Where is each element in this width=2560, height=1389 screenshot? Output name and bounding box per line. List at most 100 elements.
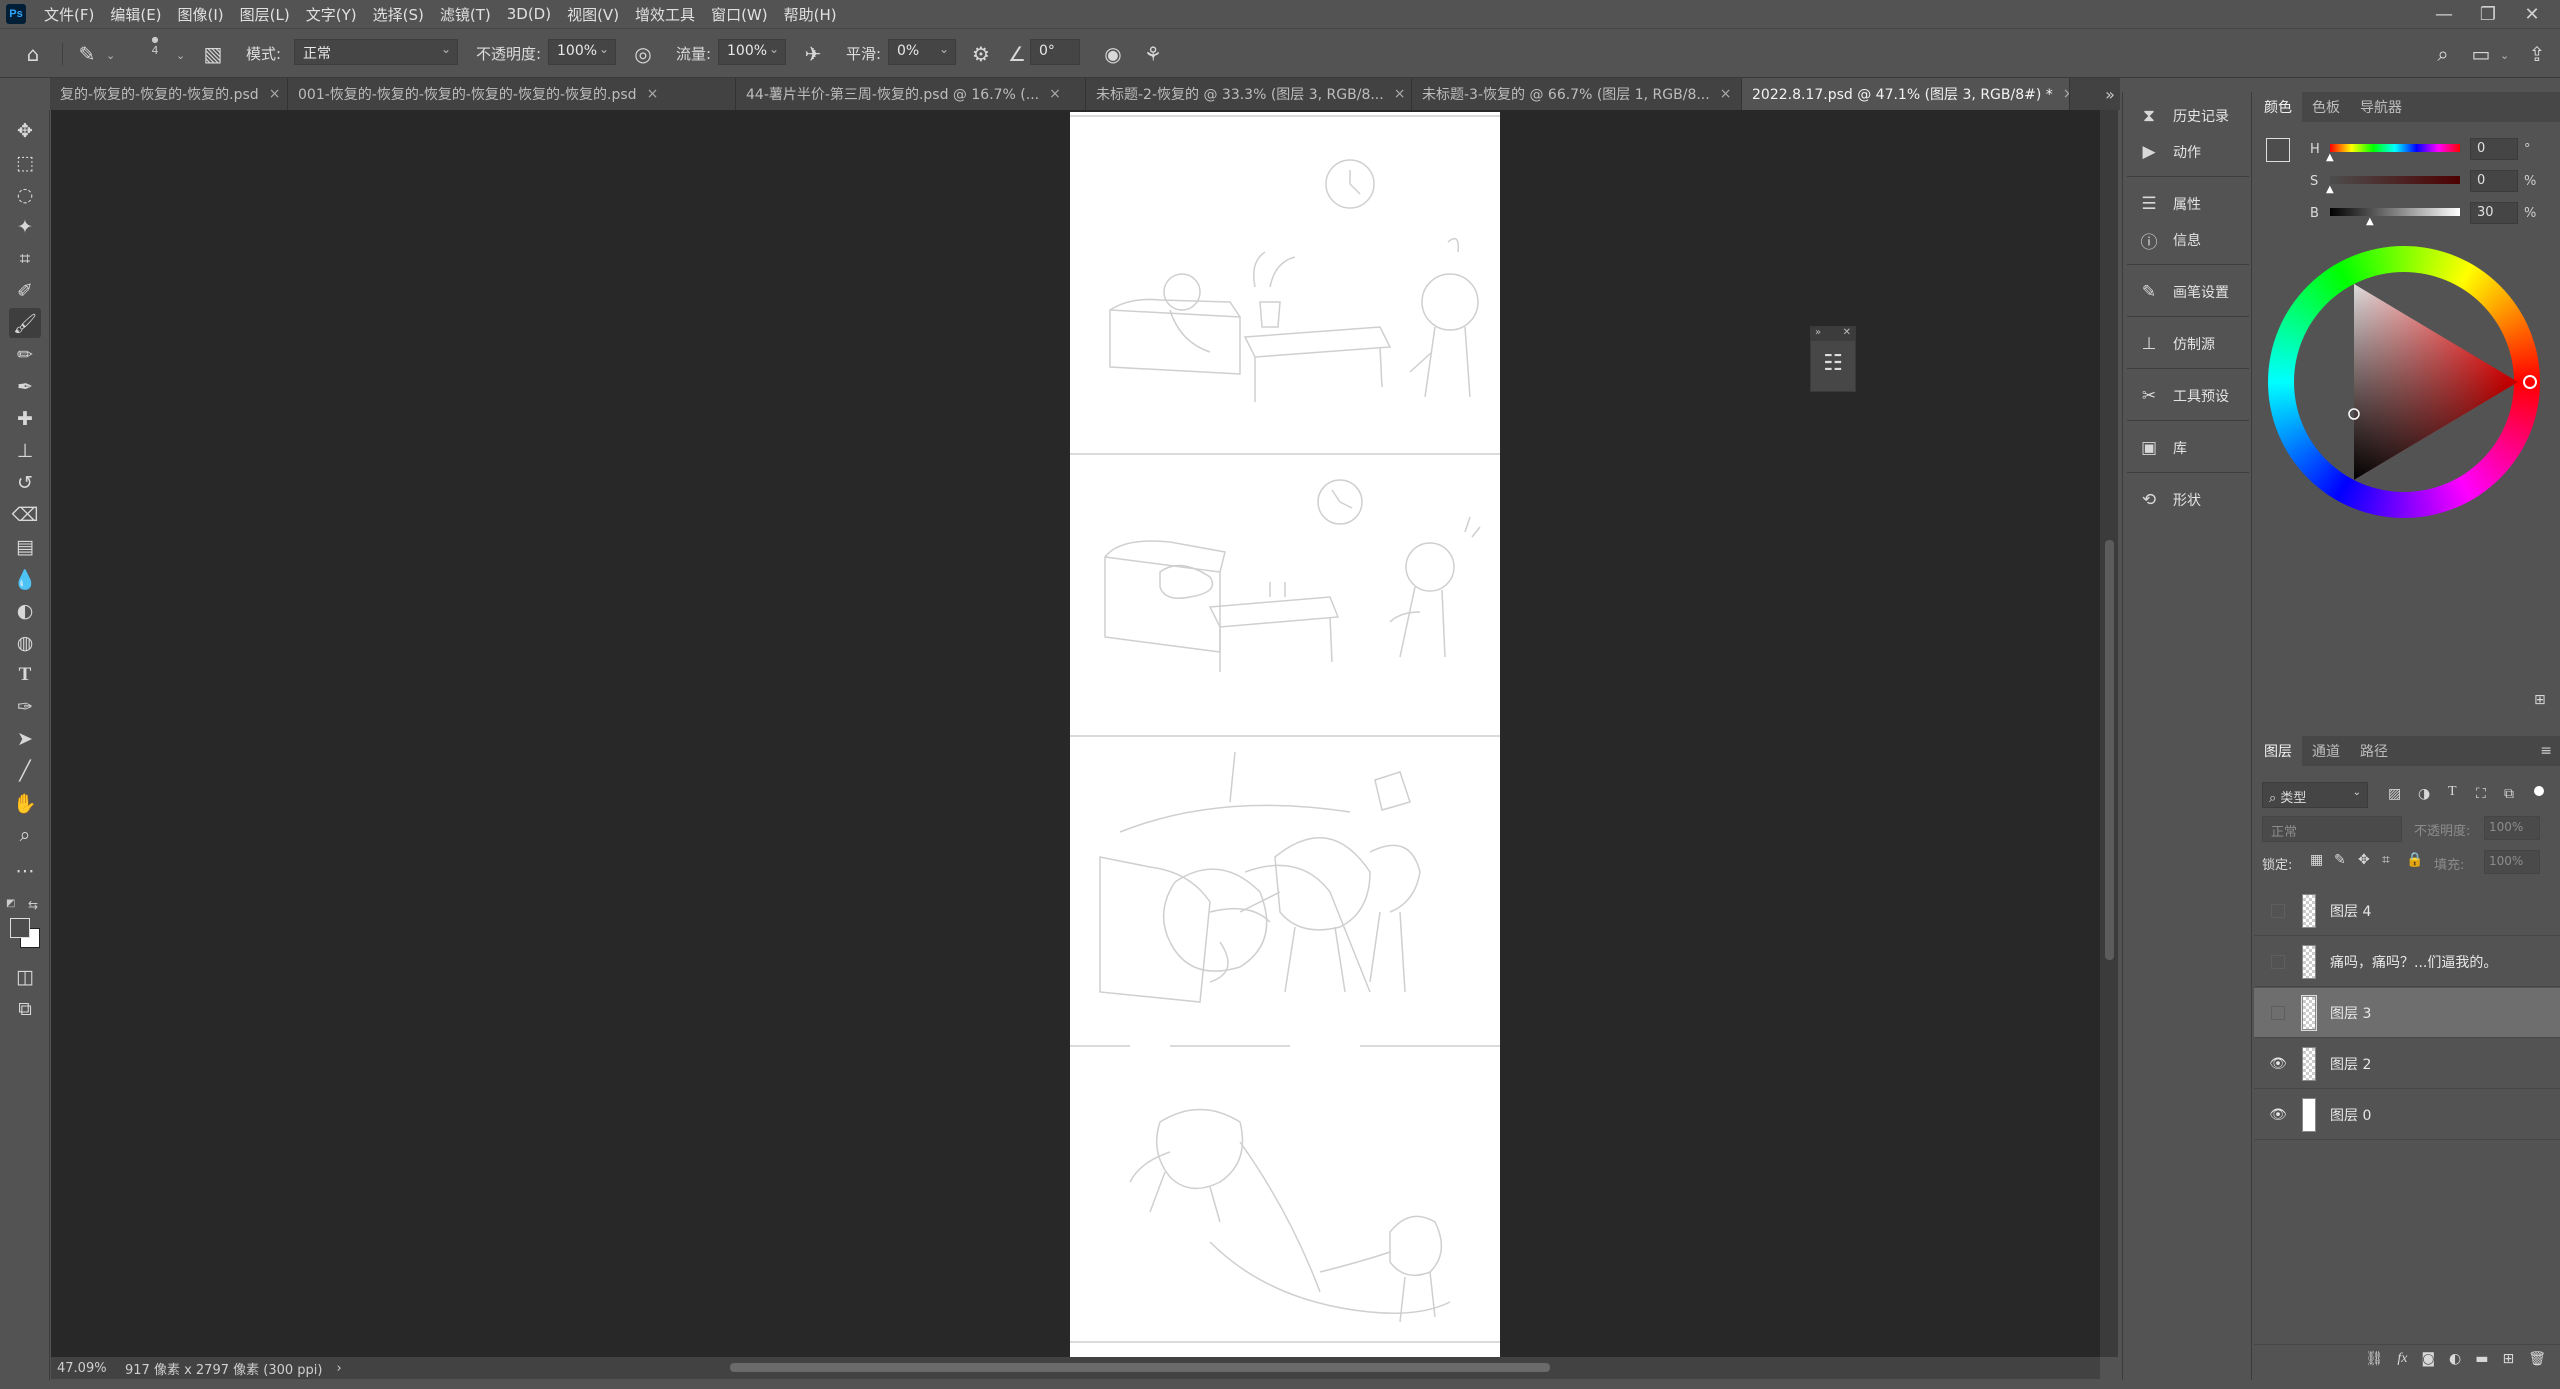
tabs-overflow-button[interactable]: »	[2100, 78, 2120, 110]
layer-row[interactable]: 痛吗，痛吗？...们逼我的。	[2254, 937, 2560, 987]
saturation-slider-handle[interactable]: ▲	[2326, 184, 2334, 195]
hue-input[interactable]: 0	[2470, 138, 2518, 160]
sponge-tool-icon[interactable]: ◍	[9, 628, 41, 658]
line-tool-icon[interactable]: ╱	[9, 756, 41, 786]
path-selection-tool-icon[interactable]: ➤	[9, 724, 41, 754]
layer-opacity-input[interactable]: 100%	[2484, 816, 2540, 840]
doc-tab[interactable]: 未标题-3-恢复的 @ 66.7% (图层 1, RGB/8... ×	[1412, 78, 1742, 110]
restore-button[interactable]: ❐	[2466, 0, 2510, 28]
pressure-size-icon[interactable]: ◉	[1098, 39, 1128, 69]
chevron-down-icon[interactable]: ⌄	[2500, 49, 2509, 62]
doc-tab[interactable]: 复的-恢复的-恢复的-恢复的.psd ×	[50, 78, 288, 110]
mask-icon[interactable]: ◙	[2421, 1351, 2435, 1367]
smoothing-gear-icon[interactable]: ⚙	[966, 39, 996, 69]
close-icon[interactable]: ×	[647, 86, 659, 102]
eye-icon[interactable]: 👁	[2264, 1107, 2292, 1123]
flow-field[interactable]: 100% ⌄	[718, 39, 786, 65]
type-tool-icon[interactable]: T	[9, 660, 41, 690]
fill-input[interactable]: 100%	[2484, 850, 2540, 874]
share-icon[interactable]: ⇪	[2522, 39, 2552, 69]
brightness-slider[interactable]	[2330, 208, 2460, 216]
symmetry-butterfly-icon[interactable]: ⚘	[1138, 39, 1168, 69]
link-icon[interactable]: ⛓	[2366, 1351, 2384, 1367]
close-window-button[interactable]: ✕	[2510, 0, 2554, 28]
menu-3d[interactable]: 3D(D)	[507, 5, 551, 23]
vertical-scroll-thumb[interactable]	[2105, 540, 2114, 960]
lock-all-icon[interactable]: 🔒	[2406, 852, 2423, 868]
visibility-toggle[interactable]	[2271, 903, 2285, 918]
brush-settings-toggle-icon[interactable]: ▧	[198, 39, 228, 69]
tab-layers[interactable]: 图层	[2254, 736, 2302, 766]
panel-history[interactable]: ⧗ 历史记录	[2129, 98, 2247, 134]
smoothing-field[interactable]: 0% ⌄	[888, 39, 956, 65]
pressure-opacity-icon[interactable]: ◎	[628, 39, 658, 69]
tab-swatches[interactable]: 色板	[2302, 92, 2350, 122]
healing-brush-tool-icon[interactable]: ✚	[9, 404, 41, 434]
brush-size-picker[interactable]: ● 4	[140, 35, 170, 75]
menu-select[interactable]: 选择(S)	[373, 4, 424, 25]
blend-mode-select[interactable]: 正常	[2262, 816, 2402, 842]
minimize-button[interactable]: —	[2422, 0, 2466, 28]
lock-image-icon[interactable]: ✎	[2334, 852, 2346, 868]
menu-window[interactable]: 窗口(W)	[711, 4, 768, 25]
menu-image[interactable]: 图像(I)	[178, 4, 224, 25]
horizontal-scroll-thumb[interactable]	[730, 1363, 1550, 1372]
brush-angle-field[interactable]: 0°	[1030, 39, 1080, 65]
lock-position-icon[interactable]: ✥	[2358, 852, 2370, 868]
opacity-field[interactable]: 100% ⌄	[548, 39, 616, 65]
menu-file[interactable]: 文件(F)	[44, 4, 94, 25]
brush-tool-preset-icon[interactable]: ✎	[72, 39, 102, 69]
gradient-tool-icon[interactable]: ▤	[9, 532, 41, 562]
menu-edit[interactable]: 编辑(E)	[110, 4, 161, 25]
status-menu-arrow[interactable]: ›	[336, 1361, 341, 1376]
saturation-input[interactable]: 0	[2470, 170, 2518, 192]
menu-filter[interactable]: 滤镜(T)	[440, 4, 491, 25]
menu-layer[interactable]: 图层(L)	[240, 4, 290, 25]
filter-type-icon[interactable]: T	[2448, 784, 2457, 800]
trash-icon[interactable]: 🗑	[2528, 1351, 2546, 1367]
foreground-color-swatch[interactable]	[10, 918, 30, 938]
tab-paths[interactable]: 路径	[2350, 736, 2398, 766]
new-layer-icon[interactable]: ⊞	[2502, 1351, 2514, 1367]
doc-tab[interactable]: 未标题-2-恢复的 @ 33.3% (图层 3, RGB/8... ×	[1086, 78, 1412, 110]
collapse-icon[interactable]: »	[1815, 327, 1821, 341]
tab-channels[interactable]: 通道	[2302, 736, 2350, 766]
fx-icon[interactable]: fx	[2397, 1351, 2407, 1367]
chevron-down-icon[interactable]: ⌄	[106, 49, 115, 62]
clone-stamp-tool-icon[interactable]: ⊥	[9, 436, 41, 466]
move-tool-icon[interactable]: ✥	[9, 116, 41, 146]
hue-slider[interactable]	[2330, 144, 2460, 152]
doc-tab[interactable]: 001-恢复的-恢复的-恢复的-恢复的-恢复的-恢复的.psd ×	[288, 78, 736, 110]
default-colors-icon[interactable]: ◩	[6, 898, 18, 910]
pencil-tool-icon[interactable]: ✏	[9, 340, 41, 370]
zoom-level[interactable]: 47.09%	[57, 1361, 117, 1376]
visibility-toggle[interactable]	[2271, 1005, 2285, 1020]
more-tools-icon[interactable]: ⋯	[9, 856, 41, 886]
lock-artboard-icon[interactable]: ⌗	[2382, 852, 2390, 868]
doc-tab-active[interactable]: 2022.8.17.psd @ 47.1% (图层 3, RGB/8#) * ×	[1742, 78, 2070, 110]
filter-smart-object-icon[interactable]: ⧉	[2504, 786, 2514, 802]
panel-actions[interactable]: ▶ 动作	[2129, 134, 2247, 170]
rect-marquee-tool-icon[interactable]: ⬚	[9, 148, 41, 178]
color-triangle[interactable]	[2268, 246, 2540, 518]
menu-type[interactable]: 文字(Y)	[306, 4, 357, 25]
screen-mode-icon[interactable]: ⧉	[9, 994, 41, 1024]
blur-tool-icon[interactable]: 💧	[9, 564, 41, 594]
close-icon[interactable]: ×	[1394, 86, 1406, 102]
filter-shape-icon[interactable]: ⛶	[2476, 786, 2486, 802]
panel-menu-icon[interactable]: ≡	[2540, 743, 2552, 759]
panel-properties[interactable]: ☰ 属性	[2129, 186, 2247, 222]
tab-color[interactable]: 颜色	[2254, 92, 2302, 122]
saturation-slider[interactable]	[2330, 176, 2460, 184]
menu-view[interactable]: 视图(V)	[567, 4, 619, 25]
panel-libraries[interactable]: ▣ 库	[2129, 430, 2247, 466]
home-icon[interactable]: ⌂	[18, 39, 48, 69]
swap-colors-icon[interactable]: ⇆	[28, 898, 38, 912]
magic-wand-tool-icon[interactable]: ✦	[9, 212, 41, 242]
doc-tab[interactable]: 44-薯片半价-第三周-恢复的.psd @ 16.7% (... ×	[736, 78, 1086, 110]
menu-plugins[interactable]: 增效工具	[635, 4, 695, 25]
hand-tool-icon[interactable]: ✋	[9, 788, 41, 818]
layer-row[interactable]: 👁 图层 0	[2254, 1090, 2560, 1140]
adjustment-icon[interactable]: ◐	[2449, 1351, 2461, 1367]
layer-row[interactable]: 👁 图层 2	[2254, 1039, 2560, 1089]
